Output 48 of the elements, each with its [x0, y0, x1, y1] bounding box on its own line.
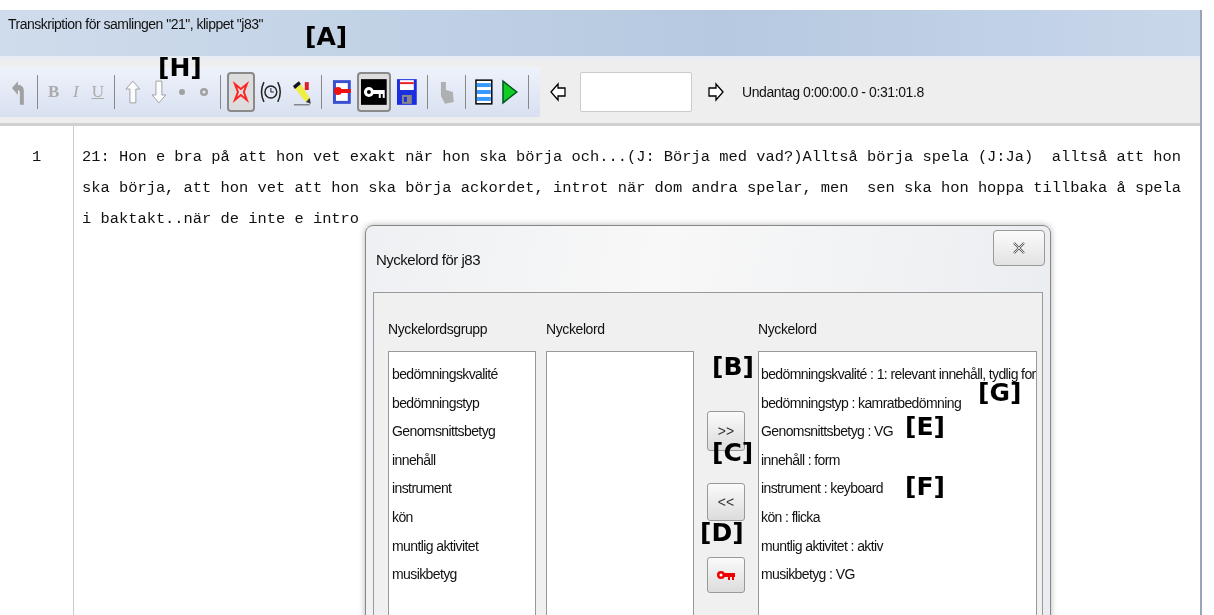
transcript-line: i baktakt..när de inte e intro: [82, 209, 361, 230]
list-icon: [475, 77, 494, 106]
list-item[interactable]: Genomsnittsbetyg : VG: [761, 417, 894, 446]
film-key-icon: [330, 77, 353, 106]
list-item[interactable]: instrument: [392, 474, 452, 503]
list-heading: Nyckelord: [758, 321, 818, 339]
right-arrow-icon: [708, 81, 724, 102]
toolbar-button[interactable]: [357, 71, 391, 112]
line-number: 1: [31, 148, 42, 166]
list-item[interactable]: instrument : keyboard: [761, 474, 884, 503]
key-button[interactable]: [707, 557, 745, 593]
list-heading: Nyckelordsgrupp: [388, 321, 489, 339]
list-item[interactable]: innehåll : form: [761, 445, 840, 475]
list-heading: Nyckelord: [546, 321, 606, 339]
dialog-title: Nyckelord för j83: [376, 250, 481, 268]
list-item[interactable]: muntlig aktivitet: [392, 531, 479, 561]
close-button[interactable]: [993, 230, 1045, 266]
play-icon: [501, 78, 519, 105]
dot-icon: [179, 88, 186, 95]
list-item[interactable]: kön: [392, 502, 413, 532]
key-icon: [716, 569, 736, 581]
transcript-line: ska börja, att hon vet att hon ska börja ackordet, introt när dom andra spelar, men sen ska hon hoppa tillbaka å spela: [82, 178, 1182, 199]
previous-button[interactable]: [550, 81, 566, 102]
list-item[interactable]: musikbetyg: [392, 560, 457, 589]
annotation-label: [D]: [700, 518, 744, 547]
annotation-label: [B]: [712, 352, 754, 381]
transcript-line: 21: Hon e bra på att hon vet exakt när hon ska börja och...(J: Börja med vad?)Alltså börja spela (J:Ja) alltså att hon: [82, 147, 1182, 168]
key-icon: [361, 78, 387, 105]
annotation-label: [E]: [905, 412, 945, 441]
star-icon: [231, 79, 252, 104]
list-item[interactable]: muntlig aktivitet : aktiv: [761, 531, 883, 561]
window-title: Transkription för samlingen "21", klippet "j83": [8, 16, 263, 32]
list-box[interactable]: bedömningskvalité bedömningstyp Genomsnittsbetyg innehåll instrument kön muntlig aktivitet musikbetyg: [388, 351, 536, 615]
list-item[interactable]: Genomsnittsbetyg: [392, 417, 496, 446]
left-arrow-icon: [550, 81, 566, 102]
remove-button[interactable]: <<: [707, 483, 745, 521]
list-item[interactable]: musikbetyg : VG: [761, 560, 855, 589]
annotation-label: [H]: [158, 53, 202, 82]
annotation-label: [F]: [905, 472, 945, 501]
close-icon: [1013, 242, 1025, 254]
annotation-label: [A]: [305, 22, 348, 51]
list-item[interactable]: innehåll: [392, 445, 436, 475]
list-item[interactable]: bedömningskvalité: [392, 360, 498, 389]
list-item[interactable]: kön : flicka: [761, 502, 820, 532]
list-item[interactable]: bedömningstyp: [392, 388, 480, 418]
next-button[interactable]: [708, 81, 724, 102]
time-field[interactable]: [580, 71, 692, 112]
time-range-label: Undantag 0:00:00.0 - 0:31:01.8: [742, 83, 924, 100]
